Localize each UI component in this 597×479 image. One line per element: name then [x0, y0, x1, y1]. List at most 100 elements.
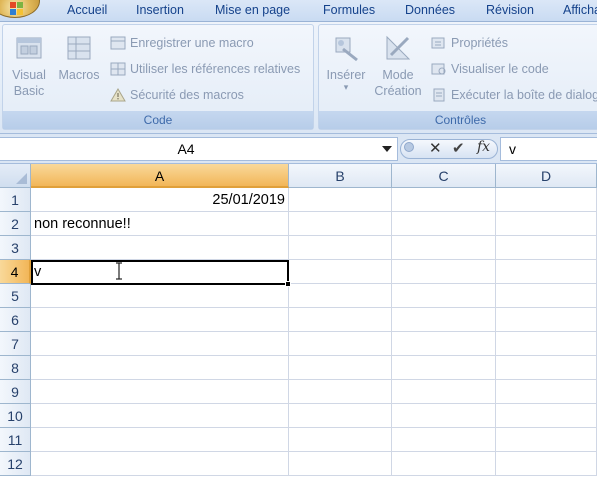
cell-a3[interactable] — [31, 236, 289, 260]
cell-a2[interactable]: non reconnue!! — [31, 212, 289, 236]
cell-d3[interactable] — [496, 236, 597, 260]
view-code-label: Visualiser le code — [451, 62, 549, 76]
tab-insertion[interactable]: Insertion — [136, 3, 184, 17]
cell-b3[interactable] — [289, 236, 392, 260]
cell-b9[interactable] — [289, 380, 392, 404]
text-cursor-icon — [116, 262, 122, 280]
row-header-1[interactable]: 1 — [0, 188, 31, 212]
cell-b2[interactable] — [289, 212, 392, 236]
cell-b8[interactable] — [289, 356, 392, 380]
visual-basic-button[interactable]: Visual Basic — [7, 25, 51, 99]
cell-c1[interactable] — [392, 188, 496, 212]
cell-b12[interactable] — [289, 452, 392, 476]
view-code-button[interactable]: Visualiser le code — [431, 60, 549, 78]
cancel-entry-icon[interactable]: ✕ — [429, 139, 442, 157]
row-header-3[interactable]: 3 — [0, 236, 31, 260]
row-header-11[interactable]: 11 — [0, 428, 31, 452]
cell-a9[interactable] — [31, 380, 289, 404]
tab-revision[interactable]: Révision — [486, 3, 534, 17]
cell-c8[interactable] — [392, 356, 496, 380]
cell-d8[interactable] — [496, 356, 597, 380]
code-group: Visual Basic Macros Enregistrer une macr… — [2, 24, 314, 130]
insert-function-icon[interactable]: fx — [477, 139, 490, 155]
ribbon-tab-bar: Accueil Insertion Mise en page Formules … — [0, 0, 597, 22]
properties-button[interactable]: Propriétés — [431, 34, 508, 52]
ribbon-panel: Visual Basic Macros Enregistrer une macr… — [0, 22, 597, 134]
tab-mise-en-page[interactable]: Mise en page — [215, 3, 290, 17]
name-box-value: A4 — [177, 141, 195, 157]
design-mode-button[interactable]: Mode Création — [371, 25, 425, 99]
cell-b11[interactable] — [289, 428, 392, 452]
macros-button[interactable]: Macros — [55, 25, 103, 83]
cell-a6[interactable] — [31, 308, 289, 332]
column-header-b[interactable]: B — [289, 164, 392, 188]
cell-a11[interactable] — [31, 428, 289, 452]
cell-b5[interactable] — [289, 284, 392, 308]
row-header-10[interactable]: 10 — [0, 404, 31, 428]
office-button[interactable] — [0, 0, 40, 18]
cell-b6[interactable] — [289, 308, 392, 332]
insert-control-button[interactable]: Insérer ▾ — [323, 25, 369, 92]
column-header-c[interactable]: C — [392, 164, 496, 188]
cell-c7[interactable] — [392, 332, 496, 356]
formula-input[interactable]: v — [500, 137, 597, 161]
cell-c9[interactable] — [392, 380, 496, 404]
cell-c3[interactable] — [392, 236, 496, 260]
fill-handle[interactable] — [285, 281, 291, 287]
row-header-12[interactable]: 12 — [0, 452, 31, 476]
cell-a8[interactable] — [31, 356, 289, 380]
row-header-9[interactable]: 9 — [0, 380, 31, 404]
select-all-button[interactable] — [0, 164, 31, 188]
cell-d12[interactable] — [496, 452, 597, 476]
cell-d6[interactable] — [496, 308, 597, 332]
tab-donnees[interactable]: Données — [405, 3, 455, 17]
cell-b7[interactable] — [289, 332, 392, 356]
tab-formules[interactable]: Formules — [323, 3, 375, 17]
cell-c5[interactable] — [392, 284, 496, 308]
macro-security-label: Sécurité des macros — [130, 88, 244, 102]
cell-d7[interactable] — [496, 332, 597, 356]
cell-c2[interactable] — [392, 212, 496, 236]
cell-d1[interactable] — [496, 188, 597, 212]
cell-b1[interactable] — [289, 188, 392, 212]
column-header-a[interactable]: A — [31, 164, 289, 188]
tab-affichage[interactable]: Affichage — [563, 3, 597, 17]
cell-a7[interactable] — [31, 332, 289, 356]
cell-b4[interactable] — [289, 260, 392, 284]
cell-d4[interactable] — [496, 260, 597, 284]
confirm-entry-icon[interactable]: ✔ — [452, 139, 465, 157]
record-macro-button[interactable]: Enregistrer une macro — [110, 34, 254, 52]
cell-d9[interactable] — [496, 380, 597, 404]
column-header-d[interactable]: D — [496, 164, 597, 188]
cell-a5[interactable] — [31, 284, 289, 308]
cell-c10[interactable] — [392, 404, 496, 428]
row-header-6[interactable]: 6 — [0, 308, 31, 332]
relative-references-button[interactable]: Utiliser les références relatives — [110, 60, 300, 78]
cell-d5[interactable] — [496, 284, 597, 308]
design-mode-label-2: Création — [374, 84, 422, 98]
cell-a1[interactable]: 25/01/2019 — [31, 188, 289, 212]
cell-d10[interactable] — [496, 404, 597, 428]
cell-c12[interactable] — [392, 452, 496, 476]
macro-security-button[interactable]: Sécurité des macros — [110, 86, 244, 104]
row-header-8[interactable]: 8 — [0, 356, 31, 380]
cell-a12[interactable] — [31, 452, 289, 476]
run-dialog-button[interactable]: Exécuter la boîte de dialogue — [431, 86, 597, 104]
name-box-dropdown-icon[interactable] — [382, 146, 392, 152]
cell-d2[interactable] — [496, 212, 597, 236]
cell-c11[interactable] — [392, 428, 496, 452]
tab-accueil[interactable]: Accueil — [67, 3, 107, 17]
relative-references-icon — [110, 62, 126, 76]
cell-a10[interactable] — [31, 404, 289, 428]
formula-bar-grip-icon[interactable] — [404, 142, 414, 152]
cell-c4[interactable] — [392, 260, 496, 284]
row-header-2[interactable]: 2 — [0, 212, 31, 236]
row-header-5[interactable]: 5 — [0, 284, 31, 308]
cell-d11[interactable] — [496, 428, 597, 452]
row-header-7[interactable]: 7 — [0, 332, 31, 356]
macros-icon — [67, 36, 91, 60]
name-box[interactable]: A4 — [0, 137, 398, 161]
cell-c6[interactable] — [392, 308, 496, 332]
cell-b10[interactable] — [289, 404, 392, 428]
row-header-4[interactable]: 4 — [0, 260, 31, 284]
